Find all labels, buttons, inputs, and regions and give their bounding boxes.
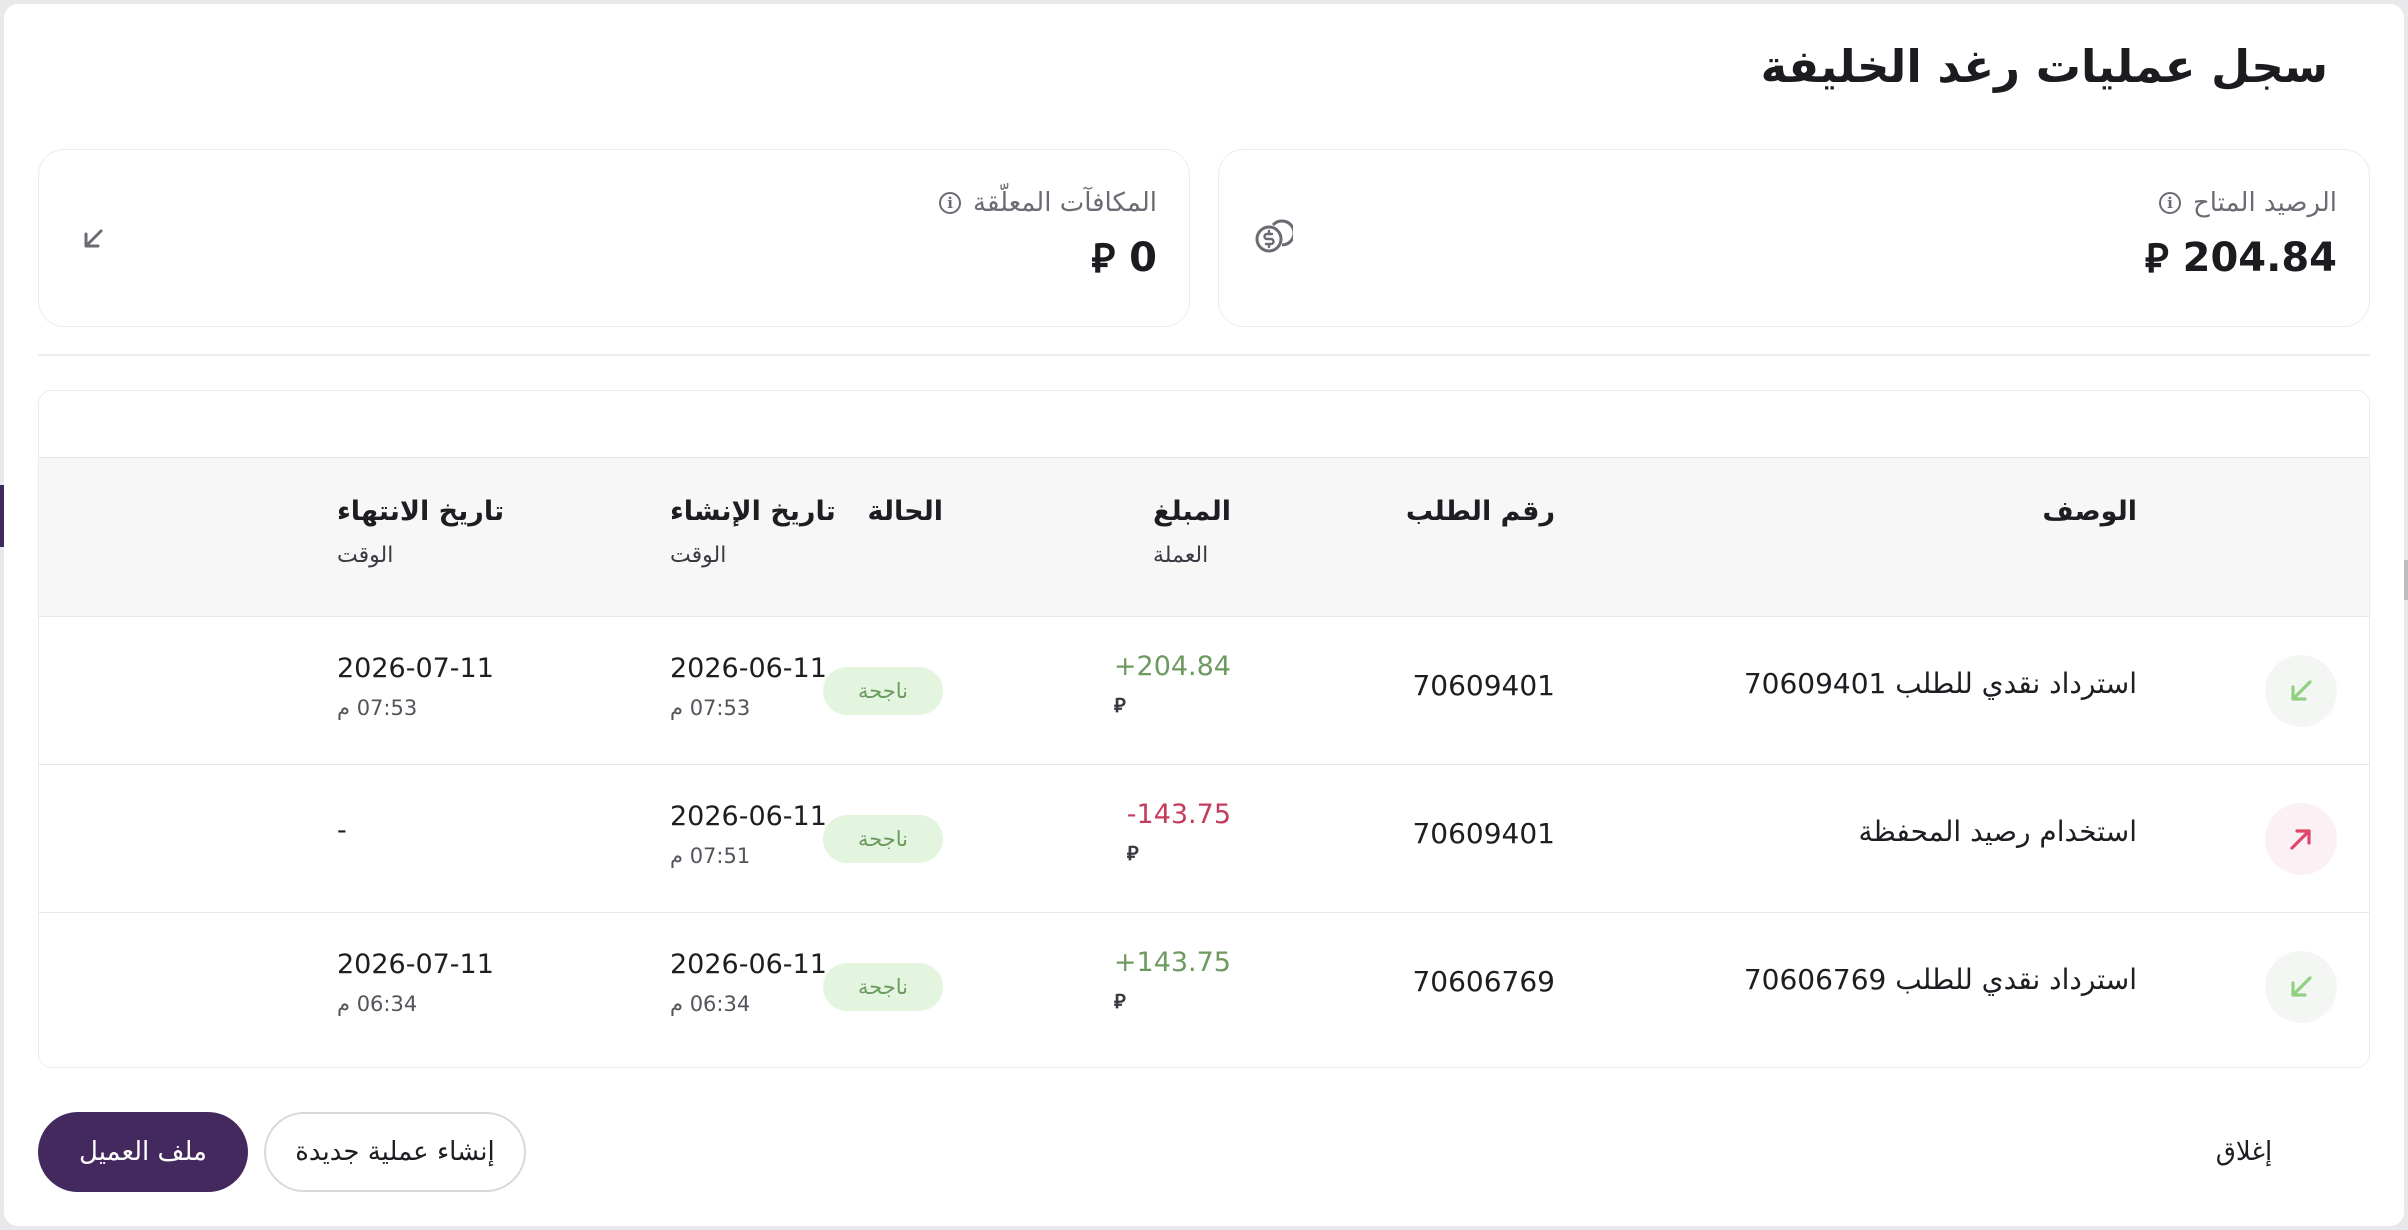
header-status: الحالة	[867, 496, 943, 527]
riyal-icon: ⃁	[1126, 841, 1139, 865]
status-badge: ناجحة	[823, 815, 943, 863]
balance-label: الرصيد المتاح	[2192, 188, 2337, 218]
balance-card: الرصيد المتاح i 204.84 ⃁	[1218, 149, 2370, 327]
row-description: استرداد نقدي للطلب 70606769	[1743, 963, 2137, 996]
arrow-down-left-icon	[84, 229, 103, 248]
header-created: تاريخ الإنشاء الوقت	[670, 496, 836, 568]
row-created: 2026-06-11 07:51 م	[670, 801, 827, 868]
section-divider	[38, 354, 2370, 356]
riyal-icon: ⃁	[1113, 693, 1126, 717]
close-button[interactable]: إغلاق	[2184, 1112, 2304, 1192]
header-order-no: رقم الطلب	[1405, 496, 1555, 527]
row-amount: -143.75 ⃁	[1127, 799, 1231, 866]
row-order-no[interactable]: 70609401	[1412, 817, 1555, 850]
ended-time: 07:53 م	[337, 696, 418, 720]
backdrop-edge-peek	[2404, 560, 2408, 600]
header-description: الوصف	[2042, 496, 2137, 527]
amount-value: +143.75	[1113, 947, 1231, 978]
balance-label-row: الرصيد المتاح i	[2158, 188, 2337, 218]
coins-icon	[1255, 219, 1293, 253]
ended-date: -	[337, 815, 347, 846]
rewards-value: 0	[1129, 235, 1157, 281]
ended-date: 2026-07-11	[337, 949, 494, 980]
ended-time: 06:34 م	[337, 992, 418, 1016]
rewards-card: المكافآت المعلّقة i 0 ⃁	[38, 149, 1190, 327]
riyal-icon: ⃁	[2144, 236, 2169, 282]
balance-value: 204.84	[2182, 235, 2337, 281]
created-date: 2026-06-11	[670, 653, 827, 684]
row-created: 2026-06-11 06:34 م	[670, 949, 827, 1016]
created-date: 2026-06-11	[670, 801, 827, 832]
header-amount: المبلغ العملة	[1153, 496, 1231, 568]
arrow-down-left-icon	[2291, 976, 2312, 997]
incoming-transaction-icon	[2265, 655, 2337, 727]
arrow-up-right-icon	[2290, 829, 2311, 850]
amount-value: +204.84	[1113, 651, 1231, 682]
info-icon[interactable]: i	[939, 192, 962, 214]
status-badge: ناجحة	[823, 963, 943, 1011]
riyal-icon: ⃁	[1091, 236, 1116, 282]
row-description: استخدام رصيد المحفظة	[1858, 815, 2137, 848]
ended-date: 2026-07-11	[337, 653, 494, 684]
modal-title: سجل عمليات رغد الخليفة	[1760, 40, 2328, 93]
amount-value: -143.75	[1126, 799, 1231, 830]
row-order-no[interactable]: 70609401	[1412, 669, 1555, 702]
row-amount: +204.84 ⃁	[1114, 651, 1231, 718]
created-time: 07:51 م	[670, 844, 751, 868]
row-ended: -	[337, 815, 347, 846]
balance-value-row: 204.84 ⃁	[2145, 232, 2337, 284]
arrow-down-left-icon	[2291, 680, 2312, 701]
row-description: استرداد نقدي للطلب 70609401	[1743, 667, 2137, 700]
customer-profile-button[interactable]: ملف العميل	[38, 1112, 248, 1192]
row-order-no[interactable]: 70606769	[1412, 965, 1555, 998]
transactions-table: الوصف رقم الطلب المبلغ العملة الحالة تار…	[38, 390, 2370, 1068]
table-row[interactable]: استرداد نقدي للطلب 70606769 70606769 +14…	[39, 913, 2369, 1061]
table-row[interactable]: استخدام رصيد المحفظة 70609401 -143.75 ⃁ …	[39, 765, 2369, 913]
created-date: 2026-06-11	[670, 949, 827, 980]
row-ended: 2026-07-11 06:34 م	[337, 949, 494, 1016]
incoming-transaction-icon	[2265, 951, 2337, 1023]
created-time: 07:53 م	[670, 696, 751, 720]
row-created: 2026-06-11 07:53 م	[670, 653, 827, 720]
transactions-modal: سجل عمليات رغد الخليفة الرصيد المتاح i 2…	[4, 4, 2404, 1226]
header-ended: تاريخ الانتهاء الوقت	[337, 496, 505, 568]
table-row[interactable]: استرداد نقدي للطلب 70609401 70609401 +20…	[39, 617, 2369, 765]
rewards-value-row: 0 ⃁	[1091, 232, 1157, 284]
rewards-label-row: المكافآت المعلّقة i	[939, 188, 1157, 218]
status-badge: ناجحة	[823, 667, 943, 715]
table-header: الوصف رقم الطلب المبلغ العملة الحالة تار…	[39, 457, 2369, 617]
outgoing-transaction-icon	[2265, 803, 2337, 875]
row-amount: +143.75 ⃁	[1114, 947, 1231, 1014]
info-icon[interactable]: i	[2158, 192, 2181, 214]
rewards-label: المكافآت المعلّقة	[973, 188, 1157, 218]
new-transaction-button[interactable]: إنشاء عملية جديدة	[264, 1112, 526, 1192]
riyal-icon: ⃁	[1113, 989, 1126, 1013]
created-time: 06:34 م	[670, 992, 751, 1016]
row-ended: 2026-07-11 07:53 م	[337, 653, 494, 720]
